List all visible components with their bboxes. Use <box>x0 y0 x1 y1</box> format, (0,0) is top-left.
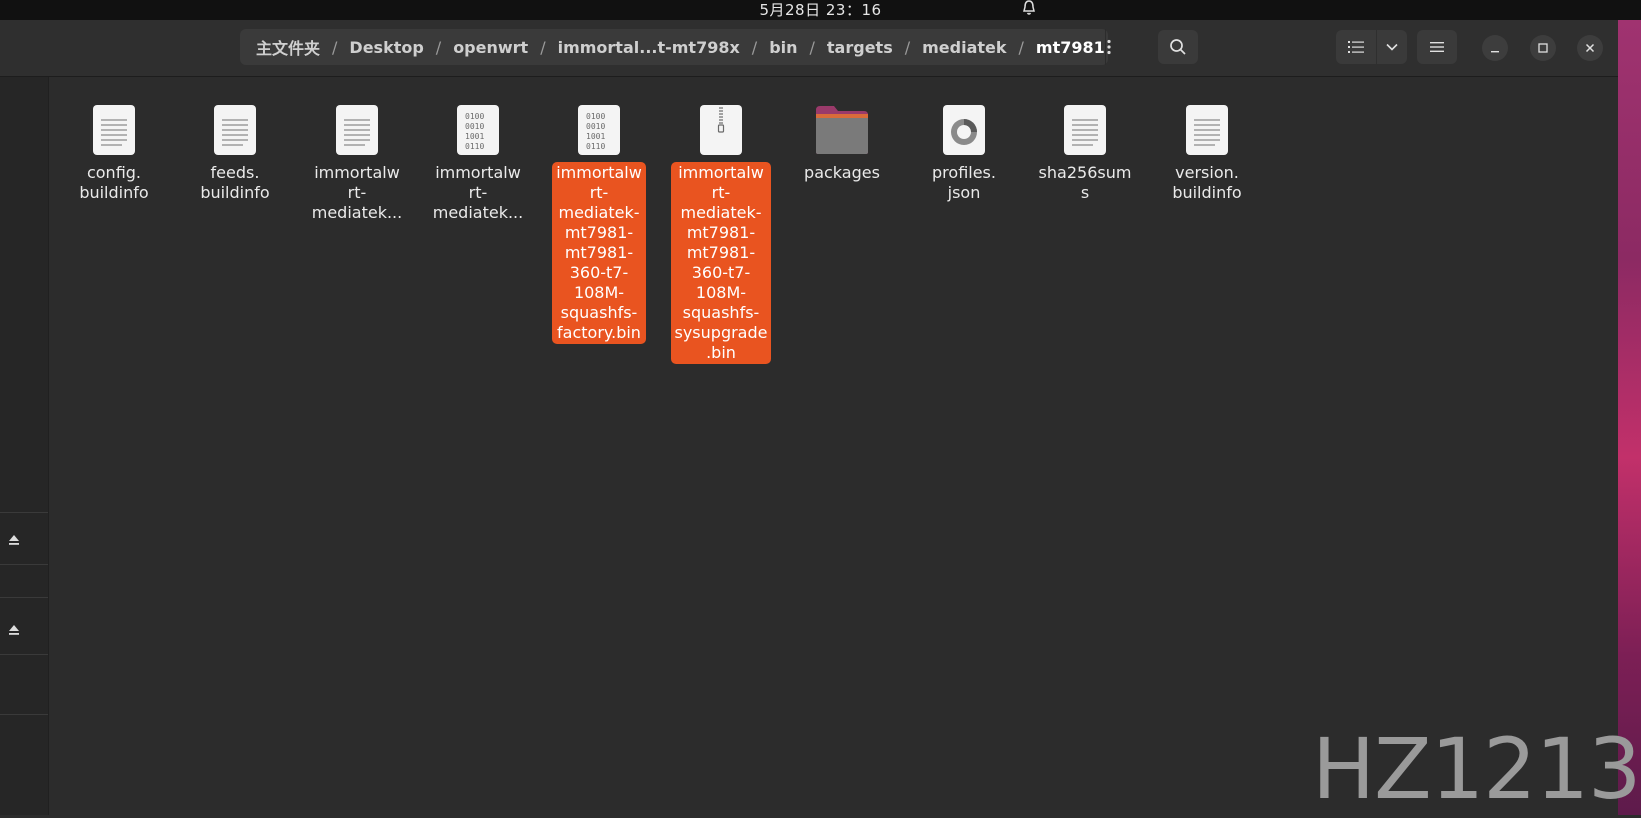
sidebar-divider <box>0 564 48 565</box>
path-separator: / <box>332 37 338 57</box>
json-file-icon <box>943 105 985 155</box>
svg-text:0110: 0110 <box>465 142 484 151</box>
folder-icon <box>816 106 868 154</box>
header-bar: 主文件夹 / Desktop / openwrt / immortal...t-… <box>0 20 1618 77</box>
file-name: feeds. buildinfo <box>200 163 270 202</box>
view-mode-button[interactable] <box>1336 30 1376 64</box>
path-separator: / <box>540 37 546 57</box>
file-item-immortalwrt-binary[interactable]: 0100 0010 1001 0110 immortalw rt-mediatek... <box>427 104 529 224</box>
file-grid: config. buildinfo feeds. buildinfo immorta… <box>48 77 1618 815</box>
file-item-profiles-json[interactable]: profiles. json <box>913 104 1015 204</box>
sidebar-divider <box>0 512 48 513</box>
hamburger-menu-icon <box>1430 42 1444 52</box>
text-file-icon <box>336 105 378 155</box>
view-options-button[interactable] <box>1377 30 1407 64</box>
binary-file-icon: 0100001010010110 <box>578 105 620 155</box>
file-item-immortalwrt-text[interactable]: immortalw rt-mediatek... <box>306 104 408 224</box>
file-manager-window: 主文件夹 / Desktop / openwrt / immortal...t-… <box>0 20 1618 815</box>
svg-text:0010: 0010 <box>465 122 484 131</box>
file-item-version-buildinfo[interactable]: version. buildinfo <box>1156 104 1258 204</box>
path-separator: / <box>809 37 815 57</box>
path-segment-targets[interactable]: targets <box>827 38 893 57</box>
path-separator: / <box>435 37 442 57</box>
sidebar <box>0 77 49 815</box>
eject-button[interactable] <box>4 530 24 550</box>
file-name: sha256sum s <box>1038 163 1132 202</box>
svg-text:1001: 1001 <box>586 132 605 141</box>
file-name: version. buildinfo <box>1172 163 1242 202</box>
maximize-icon <box>1538 43 1548 53</box>
eject-icon <box>9 625 19 635</box>
text-file-icon <box>1064 105 1106 155</box>
minimize-icon <box>1491 51 1499 53</box>
svg-text:0100: 0100 <box>586 112 605 121</box>
file-name: packages <box>804 163 880 182</box>
kebab-menu-icon <box>1107 39 1111 55</box>
path-menu-button[interactable] <box>1104 29 1112 65</box>
path-segment-bin[interactable]: bin <box>769 38 797 57</box>
text-file-icon <box>93 105 135 155</box>
file-item-config-buildinfo[interactable]: config. buildinfo <box>63 104 165 204</box>
folder-item-packages[interactable]: packages <box>791 104 893 184</box>
path-separator: / <box>904 37 911 57</box>
path-bar: 主文件夹 / Desktop / openwrt / immortal...t-… <box>240 29 1111 65</box>
file-item-sysupgrade-bin[interactable]: immortalw rt-mediatek-mt7981- mt7981- 360-t… <box>670 104 772 364</box>
file-name: immortalw rt-mediatek... <box>311 163 403 222</box>
file-item-factory-bin[interactable]: 0100 0010 1001 0110 immortalw rt-mediatek-mt… <box>548 104 650 344</box>
path-segment-openwrt[interactable]: openwrt <box>453 38 528 57</box>
file-name: immortalw rt-mediatek... <box>432 163 524 222</box>
file-name: immortalw rt-mediatek-mt7981- mt7981- 360-t… <box>552 162 646 344</box>
chevron-down-icon <box>1386 43 1398 51</box>
clock[interactable]: 5月28日 23：16 <box>0 0 1641 20</box>
maximize-button[interactable] <box>1530 35 1556 61</box>
path-segment-desktop[interactable]: Desktop <box>349 38 423 57</box>
minimize-button[interactable] <box>1482 35 1508 61</box>
file-name: config. buildinfo <box>79 163 149 202</box>
text-file-icon <box>214 105 256 155</box>
file-item-sha256sums[interactable]: sha256sum s <box>1034 104 1136 204</box>
search-button[interactable] <box>1158 30 1198 64</box>
search-icon <box>1170 39 1186 55</box>
svg-text:0110: 0110 <box>586 142 605 151</box>
watermark: HZ12138 <box>1312 720 1641 818</box>
sidebar-divider <box>0 714 48 715</box>
svg-text:0100: 0100 <box>465 112 484 121</box>
file-name: immortalw rt-mediatek-mt7981- mt7981- 360-t… <box>670 162 772 364</box>
main-menu-button[interactable] <box>1417 30 1457 64</box>
path-segment-immortalwrt[interactable]: immortal...t-mt798x <box>558 38 740 57</box>
desktop-background <box>1618 20 1641 815</box>
close-icon <box>1585 43 1595 53</box>
file-item-feeds-buildinfo[interactable]: feeds. buildinfo <box>184 104 286 204</box>
svg-text:0010: 0010 <box>586 122 605 131</box>
sidebar-divider <box>0 654 48 655</box>
system-top-bar: 5月28日 23：16 <box>0 0 1641 20</box>
eject-icon <box>9 535 19 545</box>
close-button[interactable] <box>1577 35 1603 61</box>
list-view-icon <box>1348 41 1364 53</box>
binary-file-icon: 0100001010010110 <box>457 105 499 155</box>
path-segment-mediatek[interactable]: mediatek <box>922 38 1006 57</box>
file-name: profiles. json <box>932 163 996 202</box>
text-file-icon <box>1186 105 1228 155</box>
bell-icon[interactable] <box>1020 0 1038 17</box>
path-separator: / <box>751 37 758 57</box>
archive-file-icon <box>700 105 742 155</box>
path-segment-current[interactable]: mt7981 <box>1036 38 1105 57</box>
sidebar-divider <box>0 597 48 598</box>
eject-button[interactable] <box>4 620 24 640</box>
svg-text:1001: 1001 <box>465 132 484 141</box>
path-segment-home[interactable]: 主文件夹 <box>256 35 320 59</box>
path-separator: / <box>1018 37 1024 57</box>
